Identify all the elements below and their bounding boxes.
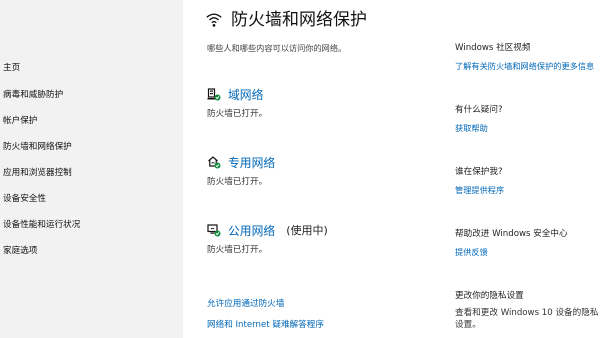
windows-security-window: 主页 病毒和威胁防护 帐户保护 防火墙和网络保护 应用和浏览器控制 设备安全性 … bbox=[0, 0, 600, 338]
domain-network-firewall-status: 防火墙已打开。 bbox=[207, 109, 268, 119]
sidebar-item-home[interactable]: 主页 bbox=[3, 62, 20, 74]
questions-heading: 有什么疑问? bbox=[455, 105, 503, 115]
sidebar-item-virus-protection[interactable]: 病毒和威胁防护 bbox=[3, 89, 63, 101]
learn-more-firewall-link[interactable]: 了解有关防火墙和网络保护的更多信息 bbox=[455, 61, 600, 72]
domain-network-section: 域网络 防火墙已打开。 bbox=[207, 86, 437, 120]
feedback-heading: 帮助改进 Windows 安全中心 bbox=[455, 229, 568, 239]
right-panel: Windows 社区视频 了解有关防火墙和网络保护的更多信息 有什么疑问? 获取… bbox=[445, 0, 600, 338]
public-network-in-use-status: (使用中) bbox=[286, 224, 328, 237]
sidebar-item-account-protection[interactable]: 帐户保护 bbox=[3, 115, 37, 127]
questions-section: 有什么疑问? 获取帮助 bbox=[455, 104, 600, 134]
sidebar-item-device-performance[interactable]: 设备性能和运行状况 bbox=[3, 219, 80, 231]
privacy-section: 更改你的隐私设置 查看和更改 Windows 10 设备的隐私设置。 bbox=[455, 290, 600, 331]
give-feedback-link[interactable]: 提供反馈 bbox=[455, 247, 600, 258]
privacy-description: 查看和更改 Windows 10 设备的隐私设置。 bbox=[455, 308, 599, 330]
feedback-section: 帮助改进 Windows 安全中心 提供反馈 bbox=[455, 228, 600, 258]
page-subtitle: 哪些人和哪些内容可以访问你的网络。 bbox=[207, 43, 347, 53]
allow-app-through-firewall-link[interactable]: 允许应用通过防火墙 bbox=[207, 297, 284, 309]
public-network-section: 公用网络 (使用中) 防火墙已打开。 bbox=[207, 222, 437, 256]
network-troubleshooter-link[interactable]: 网络和 Internet 疑难解答程序 bbox=[207, 318, 324, 330]
sidebar-item-family-options[interactable]: 家庭选项 bbox=[3, 245, 37, 257]
wifi-firewall-icon bbox=[206, 13, 222, 27]
get-help-link[interactable]: 获取帮助 bbox=[455, 123, 600, 134]
who-protects-me-section: 谁在保护我? 管理提供程序 bbox=[455, 166, 600, 196]
who-protects-me-heading: 谁在保护我? bbox=[455, 167, 503, 177]
sidebar-item-device-security[interactable]: 设备安全性 bbox=[3, 193, 46, 205]
private-network-firewall-status: 防火墙已打开。 bbox=[207, 177, 268, 187]
main-content: 防火墙和网络保护 哪些人和哪些内容可以访问你的网络。 域网络 防火墙已打开。 专… bbox=[183, 0, 445, 338]
private-network-icon bbox=[208, 156, 221, 169]
public-network-icon bbox=[207, 224, 221, 237]
private-network-link[interactable]: 专用网络 bbox=[228, 154, 275, 171]
public-network-link[interactable]: 公用网络 bbox=[228, 222, 275, 239]
page-title: 防火墙和网络保护 bbox=[231, 10, 367, 30]
domain-network-link[interactable]: 域网络 bbox=[228, 86, 263, 103]
sidebar: 主页 病毒和威胁防护 帐户保护 防火墙和网络保护 应用和浏览器控制 设备安全性 … bbox=[0, 0, 183, 338]
community-videos-section: Windows 社区视频 了解有关防火墙和网络保护的更多信息 bbox=[455, 42, 600, 72]
page-header: 防火墙和网络保护 bbox=[205, 9, 367, 31]
sidebar-item-app-browser-control[interactable]: 应用和浏览器控制 bbox=[3, 167, 72, 179]
public-network-firewall-status: 防火墙已打开。 bbox=[207, 245, 268, 255]
privacy-heading: 更改你的隐私设置 bbox=[455, 291, 524, 301]
domain-network-icon bbox=[207, 88, 221, 101]
sidebar-item-firewall[interactable]: 防火墙和网络保护 bbox=[3, 141, 72, 153]
private-network-section: 专用网络 防火墙已打开。 bbox=[207, 154, 437, 188]
manage-providers-link[interactable]: 管理提供程序 bbox=[455, 185, 600, 196]
community-videos-heading: Windows 社区视频 bbox=[455, 43, 531, 53]
